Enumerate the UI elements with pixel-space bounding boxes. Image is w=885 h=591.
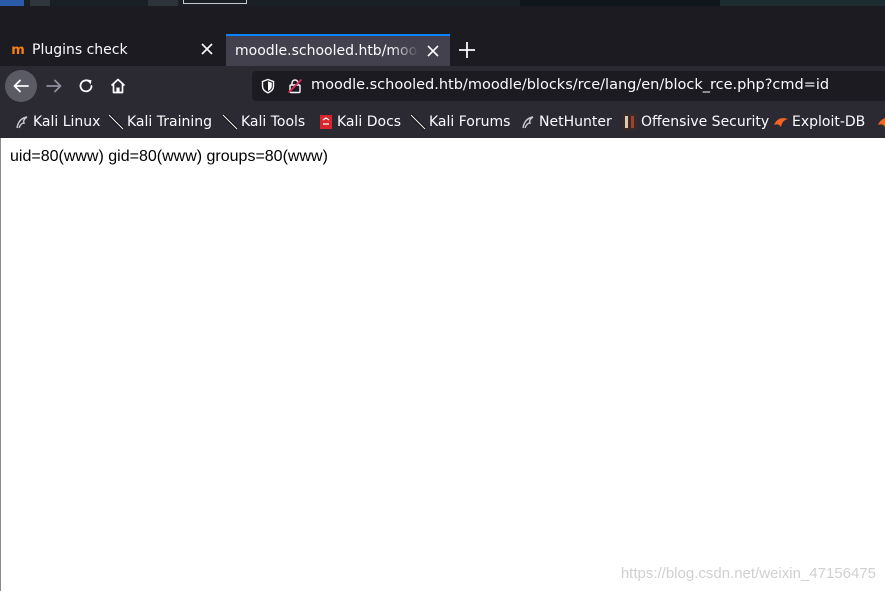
home-button[interactable]: [102, 70, 134, 102]
bookmark-overflow[interactable]: [877, 111, 885, 133]
arrow-right-icon: [46, 79, 62, 93]
bookmark-label: Kali Tools: [241, 114, 306, 130]
bookmark-kali-linux[interactable]: Kali Linux: [14, 111, 100, 133]
kali-docs-icon: [318, 114, 334, 130]
bookmark-kali-docs[interactable]: Kali Docs: [318, 111, 401, 133]
command-output: uid=80(www) gid=80(www) groups=80(www): [10, 148, 328, 165]
browser-chrome: m Plugins check moodle.schooled.htb/mood…: [0, 6, 885, 138]
bookmark-kali-forums[interactable]: Kali Forums: [410, 111, 510, 133]
exploitdb-icon: [773, 114, 789, 130]
tab-title: moodle.schooled.htb/moodle/blocks/rce/la…: [235, 43, 419, 59]
moodle-icon: m: [11, 42, 25, 58]
bookmark-label: Kali Linux: [33, 114, 101, 130]
bookmark-nethunter[interactable]: NetHunter: [520, 111, 612, 133]
kali-tool-icon: [222, 114, 238, 130]
reload-button[interactable]: [70, 70, 102, 102]
blog-watermark: https://blog.csdn.net/weixin_47156475: [620, 565, 876, 582]
close-icon[interactable]: [200, 42, 214, 56]
bookmark-exploit-db[interactable]: Exploit-DB: [773, 111, 865, 133]
bookmark-label: Kali Training: [127, 114, 212, 130]
tab-title: Plugins check: [32, 42, 128, 58]
kali-dragon-icon: [14, 114, 30, 130]
close-icon[interactable]: [426, 44, 440, 58]
arrow-left-icon: [13, 79, 29, 93]
kali-dragon-icon: [520, 114, 536, 130]
exploitdb-icon: [877, 114, 885, 130]
kali-tool-icon: [108, 114, 124, 130]
tab-plugins-check[interactable]: m Plugins check: [0, 34, 224, 66]
insecure-lock-icon[interactable]: [287, 78, 303, 94]
bookmark-label: Offensive Security: [641, 114, 770, 130]
bookmark-label: Kali Forums: [429, 114, 511, 130]
bookmark-label: NetHunter: [539, 114, 612, 130]
tracking-shield-icon[interactable]: [260, 78, 276, 94]
tab-strip: m Plugins check moodle.schooled.htb/mood…: [0, 6, 885, 66]
new-tab-plus-icon[interactable]: [456, 39, 478, 61]
bookmarks-bar: Kali Linux Kali Training Kali Tools Kali…: [0, 106, 885, 138]
bookmark-kali-training[interactable]: Kali Training: [108, 111, 212, 133]
os-workspace-indicator[interactable]: [183, 0, 247, 4]
bookmark-offensive-security[interactable]: Offensive Security: [622, 111, 769, 133]
bookmark-label: Kali Docs: [337, 114, 402, 130]
url-text[interactable]: moodle.schooled.htb/moodle/blocks/rce/la…: [311, 77, 829, 93]
forward-button[interactable]: [38, 70, 70, 102]
page-content: uid=80(www) gid=80(www) groups=80(www) h…: [0, 138, 885, 591]
kali-tool-icon: [410, 114, 426, 130]
tab-active-url[interactable]: moodle.schooled.htb/moodle/blocks/rce/la…: [226, 34, 450, 66]
reload-icon: [79, 79, 93, 93]
home-icon: [110, 78, 126, 94]
url-bar[interactable]: moodle.schooled.htb/moodle/blocks/rce/la…: [252, 71, 885, 101]
bookmark-kali-tools[interactable]: Kali Tools: [222, 111, 305, 133]
back-button[interactable]: [5, 70, 37, 102]
nav-toolbar: moodle.schooled.htb/moodle/blocks/rce/la…: [0, 66, 885, 106]
bookmark-label: Exploit-DB: [792, 114, 866, 130]
offsec-icon: [622, 114, 638, 130]
